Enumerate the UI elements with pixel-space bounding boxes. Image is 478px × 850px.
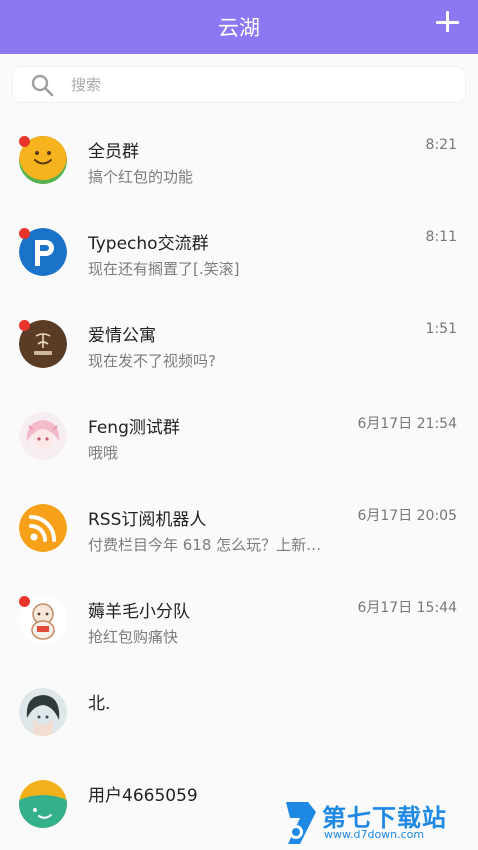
conversation-item[interactable]: RSS订阅机器人 付费栏目今年 618 怎么玩？上新… 6月17日 20:05 bbox=[0, 482, 478, 574]
conversation-item[interactable]: 全员群 搞个红包的功能 8:21 bbox=[0, 114, 478, 206]
conversation-item[interactable]: Typecho交流群 现在还有搁置了[.笑滚] 8:11 bbox=[0, 206, 478, 298]
conversation-preview: 现在发不了视频吗? bbox=[88, 352, 216, 370]
conversation-time: 6月17日 20:05 bbox=[357, 508, 457, 524]
conversation-time: 1:51 bbox=[425, 321, 457, 337]
unread-dot bbox=[19, 136, 30, 147]
app-header: 云湖 bbox=[0, 0, 478, 54]
green-smiley-icon bbox=[19, 780, 67, 828]
watermark: 第七下载站 www.d7down.com bbox=[278, 794, 478, 850]
conversation-item[interactable]: 北. bbox=[0, 666, 478, 758]
conversation-name: Typecho交流群 bbox=[88, 234, 209, 254]
anime-girl-icon bbox=[19, 412, 67, 460]
conversation-time: 6月17日 21:54 bbox=[357, 416, 457, 432]
conversation-name: 全员群 bbox=[88, 142, 139, 162]
search-icon bbox=[31, 74, 54, 97]
anime-boy-icon bbox=[19, 688, 67, 736]
search-bar[interactable] bbox=[13, 67, 465, 102]
conversation-name: 爱情公寓 bbox=[88, 326, 156, 346]
app-title: 云湖 bbox=[218, 16, 260, 40]
conversation-time: 6月17日 15:44 bbox=[357, 600, 457, 616]
unread-dot bbox=[19, 596, 30, 607]
avatar bbox=[19, 412, 67, 460]
watermark-logo-icon bbox=[286, 802, 316, 844]
conversation-preview: 搞个红包的功能 bbox=[88, 168, 194, 186]
unread-dot bbox=[19, 320, 30, 331]
conversation-name: 北. bbox=[88, 694, 111, 714]
watermark-url: www.d7down.com bbox=[324, 828, 425, 841]
conversation-name: 用户4665059 bbox=[88, 786, 198, 806]
conversation-item[interactable]: 爱情公寓 现在发不了视频吗? 1:51 bbox=[0, 298, 478, 390]
conversation-item[interactable]: 薅羊毛小分队 抢红包购痛快 6月17日 15:44 bbox=[0, 574, 478, 666]
conversation-preview: 哦哦 bbox=[88, 444, 119, 462]
unread-dot bbox=[19, 228, 30, 239]
conversation-preview: 付费栏目今年 618 怎么玩？上新… bbox=[88, 536, 322, 554]
avatar bbox=[19, 780, 67, 828]
conversation-time: 8:11 bbox=[425, 229, 457, 245]
conversation-name: Feng测试群 bbox=[88, 418, 180, 438]
plus-icon[interactable] bbox=[434, 8, 460, 34]
avatar bbox=[19, 688, 67, 736]
conversation-preview: 抢红包购痛快 bbox=[88, 628, 179, 646]
conversation-preview: 现在还有搁置了[.笑滚] bbox=[88, 260, 240, 278]
rss-icon bbox=[19, 504, 67, 552]
conversation-item[interactable]: Feng测试群 哦哦 6月17日 21:54 bbox=[0, 390, 478, 482]
conversation-name: 薅羊毛小分队 bbox=[88, 602, 190, 622]
search-input[interactable] bbox=[69, 73, 453, 97]
conversation-name: RSS订阅机器人 bbox=[88, 510, 207, 530]
avatar bbox=[19, 504, 67, 552]
conversation-time: 8:21 bbox=[425, 137, 457, 153]
